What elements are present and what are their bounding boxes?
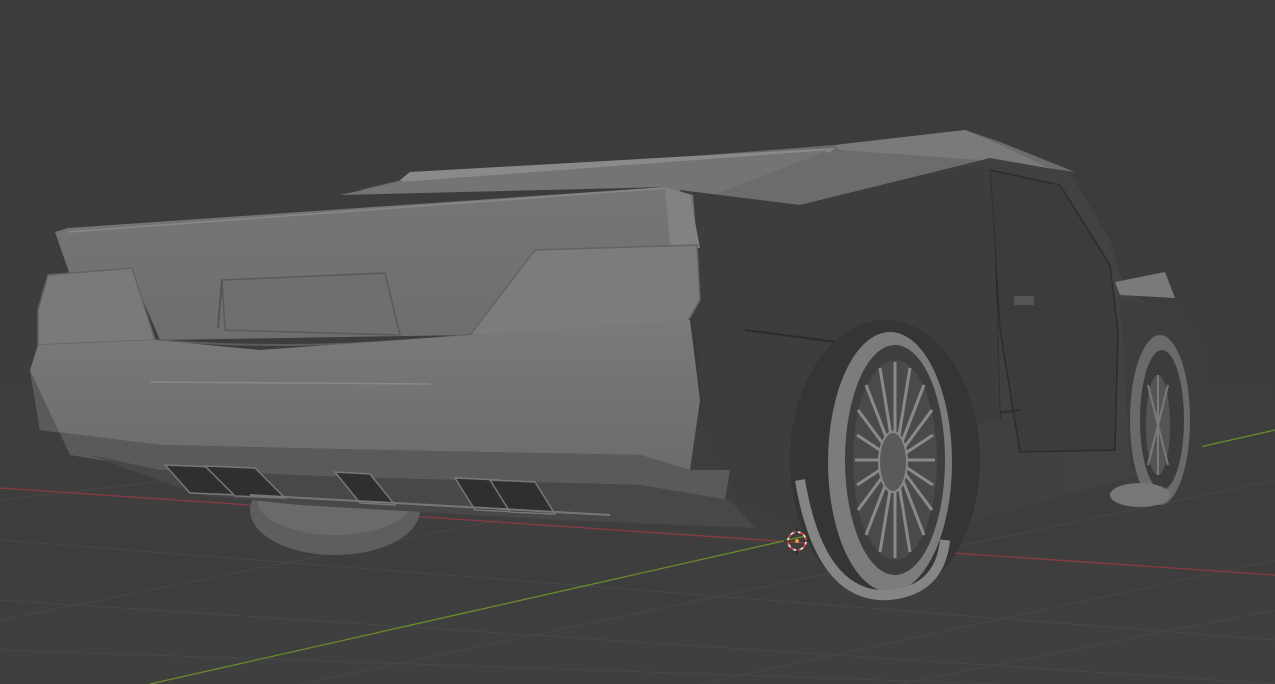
viewport-canvas[interactable] (0, 0, 1275, 684)
3d-viewport[interactable] (0, 0, 1275, 684)
rear-right-wheel (790, 320, 980, 601)
door-handle (1014, 296, 1034, 305)
license-plate-area (221, 272, 401, 336)
